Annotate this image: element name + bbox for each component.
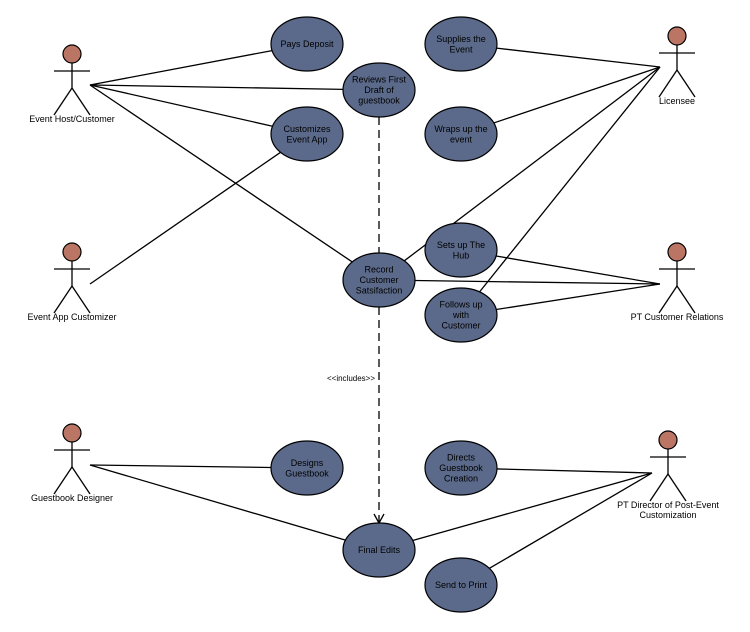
actor-head [667,242,687,262]
use-case-directs-creation[interactable]: DirectsGuestbookCreation [424,440,498,496]
association-host-pays_deposit[interactable] [89,49,273,86]
use-case-sets-up-hub[interactable]: Sets up TheHub [424,222,498,278]
actor-guestbook-designer[interactable]: Guestbook Designer [31,423,113,503]
use-case-pays-deposit[interactable]: Pays Deposit [270,16,344,72]
actor-head [62,423,82,443]
stick-figure-icon[interactable] [658,26,696,98]
use-case-follows-up[interactable]: Follows upwithCustomer [424,287,498,343]
use-case-label: Guestbook [439,463,483,473]
use-case-wraps-up[interactable]: Wraps up theevent [424,106,498,162]
use-case-label: Final Edits [358,545,401,555]
stick-figure-icon[interactable] [53,44,91,116]
use-case-label: Event [449,44,473,54]
association-host-customizes_app[interactable] [89,84,273,127]
use-case-record-satisfaction[interactable]: RecordCustomerSatsifaction [342,252,416,308]
use-case-reviews-draft[interactable]: Reviews FirstDraft ofguestbook [342,62,416,118]
association-customer_relations-sets_up_hub[interactable] [495,255,661,285]
association-guestbook_designer-designs_guestbook[interactable] [89,464,272,469]
association-app_customizer-customizes_app[interactable] [89,151,281,285]
use-case-label: guestbook [358,96,400,106]
use-case-label: Event App [286,134,327,144]
actor-label: Guestbook Designer [31,493,113,503]
use-case-customizes-app[interactable]: CustomizesEvent App [270,106,344,162]
actor-director[interactable]: PT Director of Post-EventCustomization [617,430,719,520]
actor-left-leg [649,473,669,502]
actor-left-leg [53,285,73,314]
actor-customer-relations[interactable]: PT Customer Relations [631,242,724,322]
actor-label: PT Customer Relations [631,312,724,322]
use-case-supplies-event[interactable]: Supplies theEvent [424,16,498,72]
actor-right-leg [71,285,91,314]
stick-figure-icon[interactable] [649,430,687,502]
use-case-label: Guestbook [285,468,329,478]
use-case-label: Creation [444,474,478,484]
actor-label: Event Host/Customer [29,114,115,124]
use-case-designs-guestbook[interactable]: DesignsGuestbook [270,440,344,496]
actor-app-customizer[interactable]: Event App Customizer [27,242,117,322]
use-case-label: Record [364,265,393,275]
actor-right-leg [667,473,687,502]
association-licensee-wraps_up[interactable] [493,66,661,124]
association-customer_relations-record_satisfaction[interactable] [414,279,661,285]
stick-figure-icon[interactable] [658,242,696,314]
use-case-label: Sets up The [437,240,485,250]
use-case-label: Designs [291,458,324,468]
actor-left-leg [53,87,73,116]
actor-head [667,26,687,46]
actor-head [62,44,82,64]
use-case-label: Customer [359,275,398,285]
association-licensee-supplies_event[interactable] [496,47,661,68]
use-case-label: Hub [453,250,470,260]
actor-right-leg [71,87,91,116]
stick-figure-icon[interactable] [53,423,91,495]
use-case-label: event [450,134,473,144]
actor-label: Licensee [659,96,695,106]
actor-right-leg [71,466,91,495]
use-case-label: Supplies the [436,34,486,44]
use-case-label: with [452,310,469,320]
use-case-label: Follows up [439,300,482,310]
actor-label: Customization [639,510,696,520]
actor-right-leg [676,285,696,314]
actor-label: Event App Customizer [27,312,116,322]
use-case-final-edits[interactable]: Final Edits [342,522,416,578]
association-customer_relations-follows_up[interactable] [496,283,661,311]
association-director-send_to_print[interactable] [489,472,653,569]
actor-left-leg [53,466,73,495]
use-case-label: Reviews First [352,75,407,85]
use-case-label: Satsifaction [356,286,403,296]
use-case-label: Customer [441,321,480,331]
use-case-label: Customizes [283,124,331,134]
use-case-label: Pays Deposit [280,39,334,49]
actor-head [62,242,82,262]
dependency-record_satisfaction-final_edits[interactable]: <<includes>> [327,307,385,525]
actor-left-leg [658,69,678,98]
associations-layer [89,47,661,569]
use-case-label: Wraps up the [434,124,487,134]
use-case-label: Directs [447,453,476,463]
actor-right-leg [676,69,696,98]
association-host-reviews_draft[interactable] [89,84,344,91]
actor-left-leg [658,285,678,314]
use-case-label: Send to Print [435,580,488,590]
use-case-label: Draft of [364,85,394,95]
actor-label: PT Director of Post-Event [617,500,719,510]
stick-figure-icon[interactable] [53,242,91,314]
use-case-diagram: <<includes>> Pays Deposit Reviews FirstDr… [27,16,724,613]
stereotype-label: <<includes>> [327,374,375,383]
association-director-directs_creation[interactable] [496,468,653,474]
actor-head [658,430,678,450]
actor-host[interactable]: Event Host/Customer [29,44,115,124]
use-cases-layer: Pays Deposit Reviews FirstDraft ofguestbo… [270,16,498,613]
use-case-send-to-print[interactable]: Send to Print [424,557,498,613]
actor-licensee[interactable]: Licensee [658,26,696,106]
